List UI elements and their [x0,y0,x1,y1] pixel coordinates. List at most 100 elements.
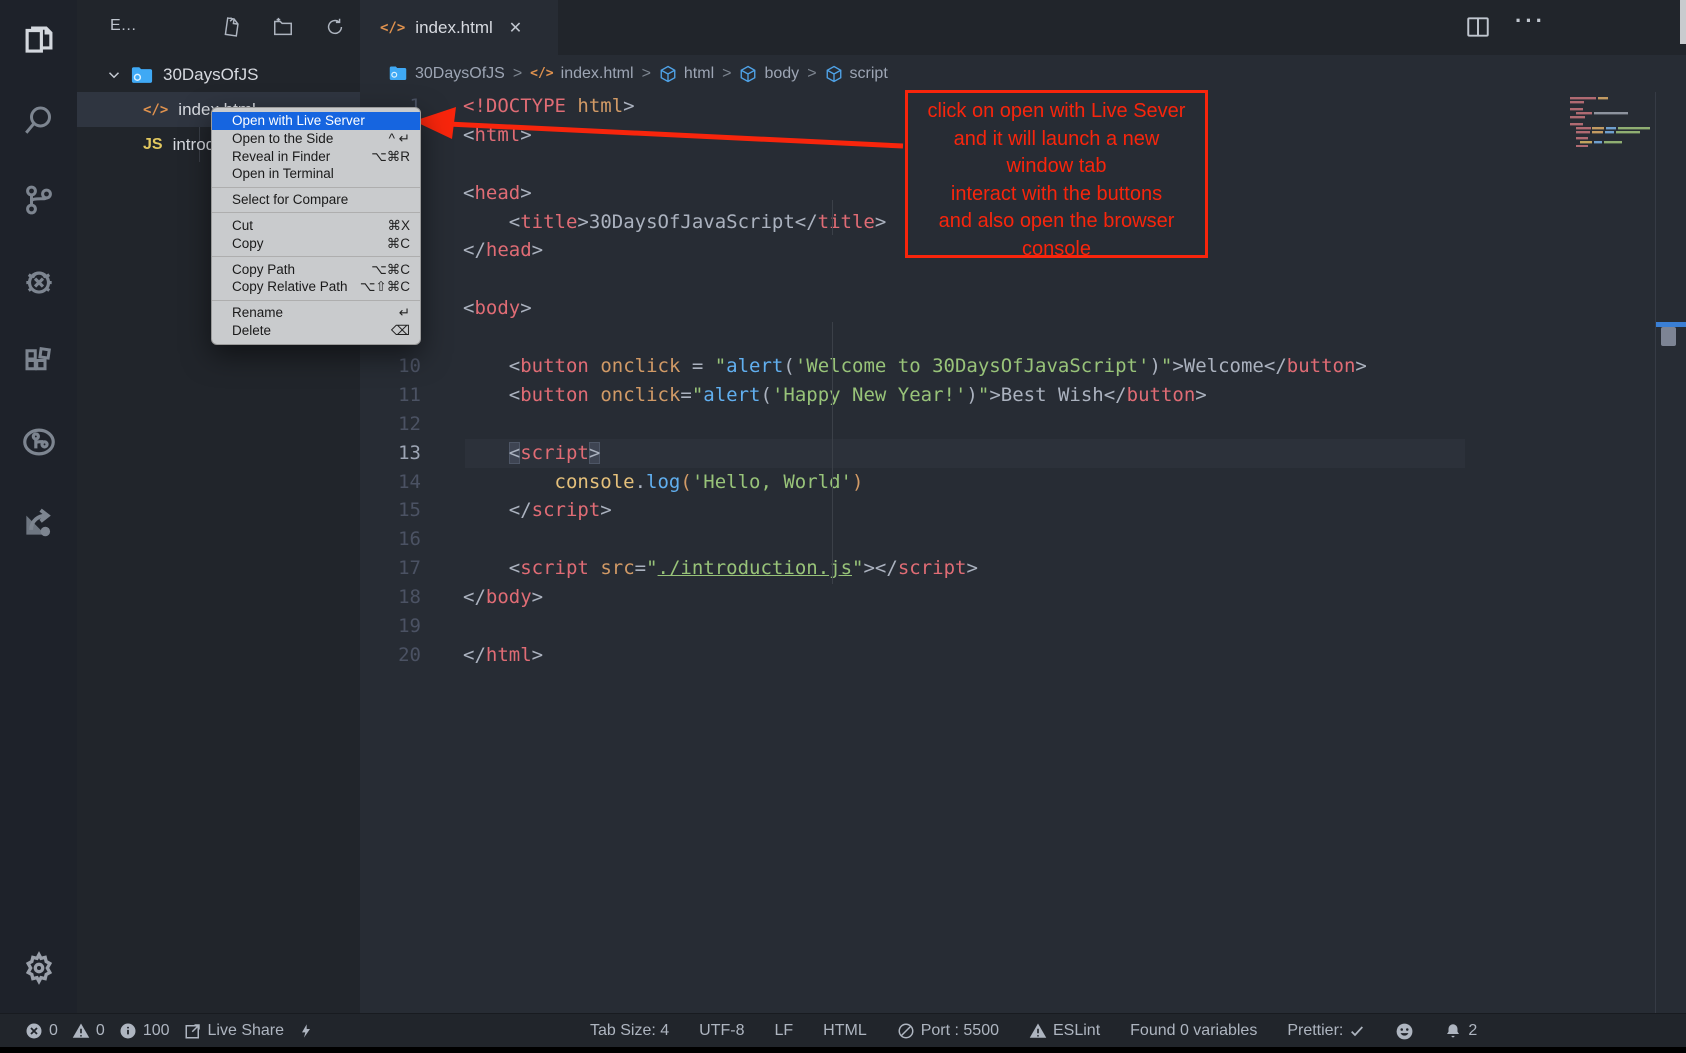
root-folder-label: 30DaysOfJS [163,65,258,85]
close-icon[interactable]: ✕ [509,18,522,38]
split-editor-icon[interactable] [1465,14,1491,45]
status-item-live-share[interactable]: Live Share [184,1022,285,1040]
extensions-icon[interactable] [0,330,77,394]
explorer-icon[interactable] [0,8,77,72]
settings-gear-icon[interactable] [0,936,77,1000]
indent-guide [832,322,833,584]
error-icon [25,1022,43,1040]
code-line-7[interactable]: 7 [360,265,1656,294]
status-item-html[interactable]: HTML [823,1022,867,1040]
code-line-8[interactable]: 8<body> [360,294,1656,323]
scrollbar-thumb[interactable] [1661,327,1676,346]
breadcrumb-item-script[interactable]: script [825,65,888,83]
menu-item-copy[interactable]: Copy⌘C [212,235,420,253]
code-line-13[interactable]: 13 <script> [360,439,1656,468]
info-icon [119,1022,137,1040]
menu-item-open-in-terminal[interactable]: Open in Terminal [212,165,420,183]
menu-item-rename[interactable]: Rename↵ [212,304,420,322]
breadcrumb: 30DaysOfJS></>index.html>html>body>scrip… [360,55,1686,92]
source-control-icon[interactable] [0,168,77,232]
html-file-icon: </> [380,20,405,36]
status-item-2[interactable]: 2 [1444,1022,1477,1040]
menu-item-delete[interactable]: Delete⌫ [212,322,420,340]
warning-icon [72,1022,90,1040]
line-number: 15 [360,496,463,525]
current-line-highlight [465,439,1465,468]
status-bar: 00 100 Live Share Tab Size: 4 UTF-8 LF HTML Po… [0,1013,1686,1048]
status-item-eslint[interactable]: ESLint [1029,1022,1100,1040]
share-arrow-icon[interactable] [0,490,77,554]
menu-separator [212,256,420,257]
menu-item-reveal-in-finder[interactable]: Reveal in Finder⌥⌘R [212,148,420,166]
circle-branch-icon[interactable] [0,410,77,474]
line-number: 13 [360,439,463,468]
menu-item-select-for-compare[interactable]: Select for Compare [212,191,420,209]
code-line-20[interactable]: 20</html> [360,641,1656,670]
new-folder-icon[interactable] [270,14,296,40]
breadcrumb-item-body[interactable]: body [739,65,799,83]
activity-bar [0,0,78,1016]
menu-item-copy-relative-path[interactable]: Copy Relative Path⌥⇧⌘C [212,278,420,296]
tab-index-html[interactable]: </> index.html ✕ [360,0,558,55]
code-line-14[interactable]: 14 console.log('Hello, World') [360,468,1656,497]
run-debug-icon[interactable] [0,249,77,313]
menu-separator [212,212,420,213]
line-number: 12 [360,410,463,439]
explorer-title: E… [110,17,137,35]
vscode-window: E… 30DaysOfJS </> index.html JS [0,0,1686,1053]
code-line-19[interactable]: 19 [360,612,1656,641]
status-item-utf-8[interactable]: UTF-8 [699,1022,744,1040]
cube-icon [739,65,757,83]
status-item-0[interactable]: 0 [25,1022,58,1040]
window-edge [0,1047,1686,1053]
new-file-icon[interactable] [219,14,245,40]
port-icon [897,1022,915,1040]
menu-item-cut[interactable]: Cut⌘X [212,217,420,235]
line-number: 18 [360,583,463,612]
code-line-15[interactable]: 15 </script> [360,496,1656,525]
status-item-tab-size-4[interactable]: Tab Size: 4 [590,1022,669,1040]
code-line-17[interactable]: 17 <script src="./introduction.js"></scr… [360,554,1656,583]
minimap[interactable] [1570,97,1656,152]
breadcrumb-item-html[interactable]: html [659,65,714,83]
cube-icon [659,65,677,83]
breadcrumb-separator: > [807,65,816,83]
status-item-found-0-variables[interactable]: Found 0 variables [1130,1022,1257,1040]
menu-item-open-to-the-side[interactable]: Open to the Side^ ↵ [212,130,420,148]
breadcrumb-item-30daysofjs[interactable]: 30DaysOfJS [388,65,505,83]
status-item-100[interactable]: 100 [119,1022,170,1040]
line-number: 14 [360,468,463,497]
breadcrumb-item-index-html[interactable]: </>index.html [530,65,633,83]
tab-label: index.html [415,18,492,38]
code-line-10[interactable]: 10 <button onclick = "alert('Welcome to … [360,352,1656,381]
line-number: 20 [360,641,463,670]
smiley-icon [1395,1022,1414,1041]
status-item-0[interactable]: 0 [72,1022,105,1040]
status-left: 00 100 Live Share [25,1022,314,1040]
status-item-prettier-[interactable]: Prettier: [1287,1022,1365,1040]
menu-item-open-with-live-server[interactable]: Open with Live Server [212,112,420,130]
code-line-18[interactable]: 18</body> [360,583,1656,612]
status-item-lightning[interactable] [298,1022,314,1040]
refresh-icon[interactable] [322,14,348,40]
breadcrumb-separator: > [642,65,651,83]
more-actions-icon[interactable]: ··· [1515,8,1546,34]
status-item-port-5500[interactable]: Port : 5500 [897,1022,999,1040]
status-item-lf[interactable]: LF [774,1022,793,1040]
status-item-smiley[interactable] [1395,1022,1414,1041]
code-line-11[interactable]: 11 <button onclick="alert('Happy New Yea… [360,381,1656,410]
code-line-16[interactable]: 16 [360,525,1656,554]
line-number: 11 [360,381,463,410]
code-line-12[interactable]: 12 [360,410,1656,439]
html-file-icon: </> [143,102,168,118]
js-file-icon: JS [143,136,163,154]
status-right: Tab Size: 4 UTF-8 LF HTML Port : 5500 ESLint F… [590,1022,1477,1041]
bell-icon [1444,1022,1462,1040]
search-icon[interactable] [0,88,77,152]
code-line-9[interactable]: 9 [360,323,1656,352]
tree-root-folder[interactable]: 30DaysOfJS [77,58,360,92]
folder-icon [388,65,408,83]
menu-separator [212,300,420,301]
menu-item-copy-path[interactable]: Copy Path⌥⌘C [212,261,420,279]
menu-separator [212,187,420,188]
